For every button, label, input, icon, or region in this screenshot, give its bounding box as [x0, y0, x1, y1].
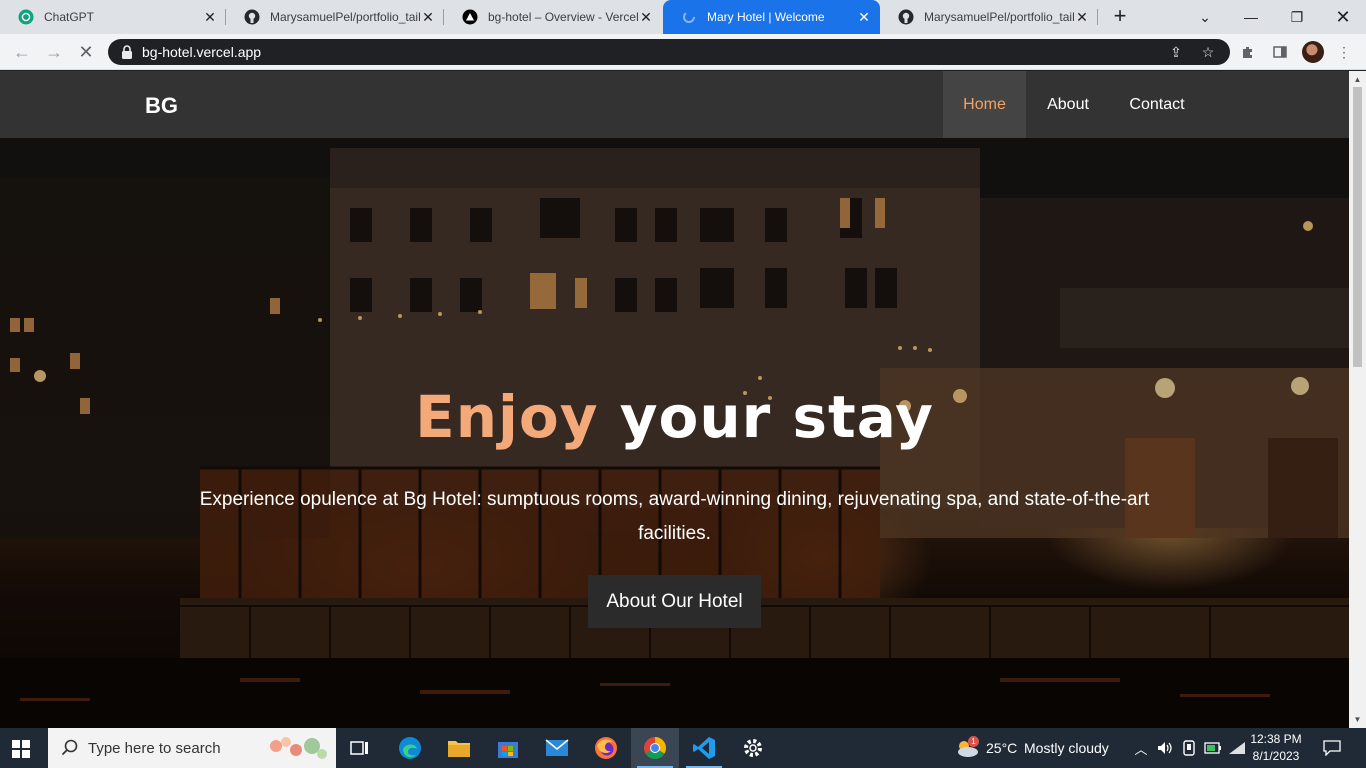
github-icon: [898, 9, 914, 25]
side-panel-icon[interactable]: [1270, 42, 1290, 62]
vscode-icon[interactable]: [680, 728, 728, 768]
wifi-icon[interactable]: [1227, 738, 1247, 758]
hero-section: Enjoy your stay Experience opulence at B…: [0, 138, 1349, 728]
chatgpt-icon: [18, 9, 34, 25]
tab-github-portfolio[interactable]: MarysamuelPel/portfolio_tail ✕: [226, 0, 444, 34]
vercel-icon: [462, 9, 478, 25]
address-bar[interactable]: bg-hotel.vercel.app ⇪ ☆: [108, 39, 1230, 65]
stop-loading-icon[interactable]: ✕: [74, 40, 98, 64]
scroll-down-icon[interactable]: ▼: [1352, 714, 1363, 725]
mail-icon[interactable]: [533, 728, 581, 768]
browser-menu-icon[interactable]: ⋮: [1334, 42, 1354, 62]
nav-home[interactable]: Home: [943, 71, 1026, 138]
search-placeholder: Type here to search: [88, 739, 221, 757]
hero-content: Enjoy your stay Experience opulence at B…: [0, 138, 1349, 728]
firefox-icon[interactable]: [582, 728, 630, 768]
close-window-icon[interactable]: ✕: [1320, 0, 1366, 34]
about-our-hotel-button[interactable]: About Our Hotel: [588, 575, 761, 628]
device-icon[interactable]: [1179, 738, 1199, 758]
bookmark-star-icon[interactable]: ☆: [1200, 44, 1216, 60]
site-navbar: BG Home About Contact: [0, 71, 1349, 138]
page-viewport: BG Home About Contact Enjoy your stay Ex…: [0, 71, 1349, 728]
close-tab-icon[interactable]: ✕: [420, 9, 436, 25]
hero-title-accent: Enjoy: [415, 383, 599, 451]
edge-icon[interactable]: [386, 728, 434, 768]
nav-contact[interactable]: Contact: [1110, 71, 1204, 138]
close-tab-icon[interactable]: ✕: [1074, 9, 1090, 25]
file-explorer-icon[interactable]: [435, 728, 483, 768]
weather-temperature[interactable]: 25°C: [986, 740, 1017, 756]
search-highlight-illustration-icon: [270, 737, 327, 759]
weather-description[interactable]: Mostly cloudy: [1024, 740, 1109, 756]
tab-vercel-overview[interactable]: bg-hotel – Overview - Vercel ✕: [444, 0, 662, 34]
tab-search-icon[interactable]: ⌄: [1182, 0, 1228, 34]
profile-avatar[interactable]: [1302, 41, 1324, 63]
page-scrollbar[interactable]: ▲ ▼: [1349, 71, 1366, 728]
scroll-up-icon[interactable]: ▲: [1352, 74, 1363, 85]
browser-tab-strip: ChatGPT ✕ MarysamuelPel/portfolio_tail ✕…: [0, 0, 1366, 34]
clock-date: 8/1/2023: [1252, 749, 1300, 763]
windows-start-icon[interactable]: [12, 740, 30, 758]
share-icon[interactable]: ⇪: [1168, 44, 1184, 60]
lock-icon[interactable]: [120, 45, 134, 59]
notifications-icon[interactable]: [1322, 738, 1342, 758]
system-clock[interactable]: 12:38 PM 8/1/2023: [1250, 731, 1302, 765]
hero-subtitle: Experience opulence at Bg Hotel: sumptuo…: [199, 489, 1150, 544]
tab-chatgpt[interactable]: ChatGPT ✕: [0, 0, 226, 34]
page-icon: [681, 9, 697, 25]
close-tab-icon[interactable]: ✕: [202, 9, 218, 25]
back-icon[interactable]: ←: [10, 40, 34, 64]
close-tab-icon[interactable]: ✕: [856, 9, 872, 25]
tab-github-portfolio-2[interactable]: MarysamuelPel/portfolio_tail ✕: [880, 0, 1098, 34]
show-hidden-icons-chevron-up-icon[interactable]: ︿: [1131, 738, 1151, 758]
search-icon: [60, 738, 80, 758]
clock-time: 12:38 PM: [1250, 732, 1302, 746]
new-tab-button[interactable]: +: [1108, 5, 1132, 29]
battery-icon[interactable]: [1203, 738, 1223, 758]
restore-icon[interactable]: ❐: [1274, 0, 1320, 34]
weather-badge: 1: [968, 736, 979, 747]
forward-icon[interactable]: →: [42, 40, 66, 64]
task-view-icon[interactable]: [336, 728, 384, 768]
scrollbar-thumb[interactable]: [1353, 87, 1362, 367]
extensions-icon[interactable]: [1238, 42, 1258, 62]
tab-mary-hotel[interactable]: Mary Hotel | Welcome ✕: [663, 0, 880, 34]
url-text[interactable]: bg-hotel.vercel.app: [142, 44, 261, 60]
nav-about[interactable]: About: [1026, 71, 1110, 138]
store-icon[interactable]: [484, 728, 532, 768]
site-brand-logo[interactable]: BG: [145, 93, 178, 119]
chrome-icon[interactable]: [631, 728, 679, 768]
hero-title: Enjoy your stay: [0, 383, 1349, 451]
close-tab-icon[interactable]: ✕: [638, 9, 654, 25]
hero-title-rest: your stay: [598, 383, 934, 451]
taskbar-search-box[interactable]: Type here to search: [48, 728, 336, 768]
github-icon: [244, 9, 260, 25]
settings-icon[interactable]: [729, 728, 777, 768]
minimize-icon[interactable]: —: [1228, 0, 1274, 34]
browser-toolbar: ← → ✕ bg-hotel.vercel.app ⇪ ☆ ⋮: [0, 34, 1366, 70]
windows-taskbar: Type here to search 1 25°C Mostly cloudy…: [0, 728, 1366, 768]
speaker-icon[interactable]: [1155, 738, 1175, 758]
